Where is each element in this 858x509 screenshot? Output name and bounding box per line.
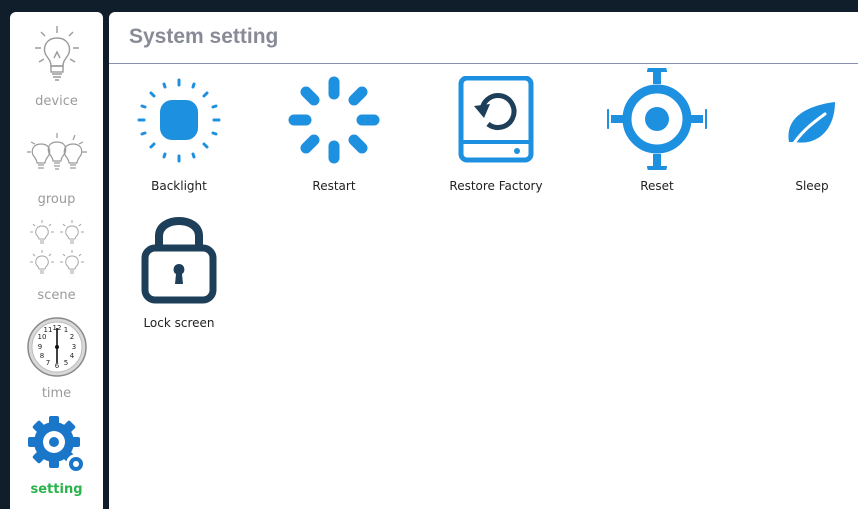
backlight-button[interactable]: Backlight [119, 76, 239, 201]
sidebar-item-time[interactable]: 12 1 2 3 4 5 6 7 8 9 10 11 time [10, 306, 103, 402]
tile-label: Lock screen [143, 316, 215, 330]
svg-text:10: 10 [37, 333, 46, 341]
header: System setting [109, 12, 858, 64]
bulb-group-icon [26, 133, 87, 170]
svg-text:6: 6 [54, 362, 59, 370]
sidebar-item-label: group [37, 192, 76, 207]
tile-label: Backlight [151, 179, 207, 193]
sidebar-item-setting[interactable]: setting [10, 404, 103, 500]
sidebar-item-label: scene [37, 288, 76, 303]
lock-screen-button[interactable]: Lock screen [119, 206, 239, 331]
sidebar-item-label: time [41, 386, 72, 401]
restore-drive-icon [458, 76, 534, 163]
sidebar-item-group[interactable]: group [10, 110, 103, 207]
main-panel: System setting Backlight Restart Restore… [109, 12, 858, 509]
tile-label: Reset [640, 179, 674, 193]
sidebar: device group scene 1 2 3 4 5 6 7 8 9 10 … [10, 12, 103, 509]
svg-text:2: 2 [69, 333, 73, 341]
page-title: System setting [129, 25, 279, 48]
svg-text:4: 4 [69, 352, 74, 360]
bulb-icon [34, 26, 79, 81]
svg-text:11: 11 [43, 326, 52, 334]
svg-text:5: 5 [63, 359, 67, 367]
backlight-icon [137, 78, 221, 163]
svg-text:7: 7 [45, 359, 49, 367]
restart-button[interactable]: Restart [274, 76, 394, 201]
restart-spinner-icon [288, 76, 380, 164]
svg-text:9: 9 [37, 343, 41, 351]
tile-label: Sleep [795, 179, 829, 193]
tile-label: Restart [312, 179, 356, 193]
tile-label: Restore Factory [449, 179, 543, 193]
gear-icon [27, 416, 86, 474]
restore-factory-button[interactable]: Restore Factory [436, 76, 556, 201]
sidebar-item-device[interactable]: device [10, 12, 103, 109]
svg-text:3: 3 [71, 343, 75, 351]
sidebar-item-label: device [35, 94, 78, 109]
sidebar-item-label: setting [30, 482, 83, 497]
sidebar-item-scene[interactable]: scene [10, 208, 103, 304]
clock-icon: 12 1 2 3 4 5 6 7 8 9 10 11 [26, 317, 87, 377]
crosshair-icon [607, 68, 707, 170]
svg-text:8: 8 [39, 352, 43, 360]
leaf-icon [788, 102, 835, 150]
padlock-icon [141, 217, 217, 304]
svg-text:1: 1 [63, 326, 67, 334]
reset-button[interactable]: Reset [597, 68, 717, 193]
sleep-button[interactable]: Sleep [752, 76, 858, 201]
scene-bulbs-icon [29, 220, 84, 274]
